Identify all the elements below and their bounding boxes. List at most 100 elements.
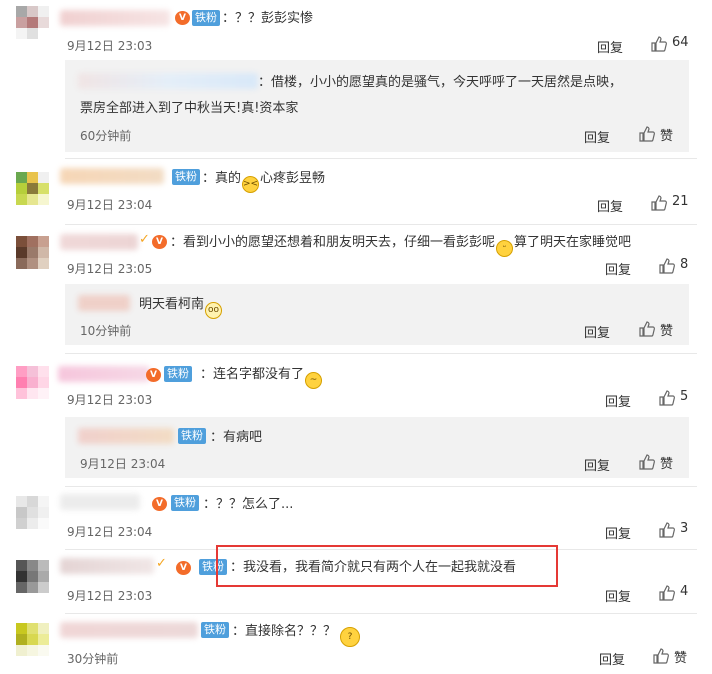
comment-text-continued: 心疼彭昱畅: [260, 171, 326, 186]
fan-badge[interactable]: 铁粉: [172, 169, 200, 185]
avatar-pixel: [38, 183, 49, 194]
avatar-pixel: [38, 645, 49, 656]
username-blurred[interactable]: [60, 494, 140, 510]
reply-text: ：借楼，小小的愿望真的是骚气，今天呼呼了一天居然是点映，: [258, 75, 623, 90]
avatar-pixel: [27, 17, 38, 28]
fan-badge[interactable]: 铁粉: [164, 366, 192, 382]
avatar[interactable]: [16, 6, 49, 39]
reply-button[interactable]: 回复: [605, 259, 631, 278]
avatar-pixel: [27, 623, 38, 634]
username-blurred[interactable]: [60, 622, 198, 638]
reply-button[interactable]: 回复: [597, 196, 623, 215]
like-count: 8: [680, 257, 689, 272]
avatar[interactable]: [16, 560, 49, 593]
avatar[interactable]: [16, 623, 49, 656]
avatar-pixel: [27, 582, 38, 593]
avatar-pixel: [27, 366, 38, 377]
comment-text: ：连名字都没有了: [200, 367, 305, 382]
comment-time: 9月12日 23:04: [67, 198, 153, 212]
fan-badge[interactable]: 铁粉: [178, 428, 206, 444]
avatar-pixel: [16, 623, 27, 634]
reply-text: 票房全部进入到了中秋当天!真!资本家: [80, 101, 299, 116]
avatar[interactable]: [16, 366, 49, 399]
angry-emoji-icon: ><: [242, 176, 260, 193]
reply-button[interactable]: 回复: [599, 649, 625, 668]
avatar-pixel: [27, 388, 38, 399]
avatar-pixel: [38, 258, 49, 269]
vip-icon: V: [146, 368, 161, 382]
username-blurred[interactable]: [58, 366, 150, 382]
comment-text-row: ：连名字都没有了 ~: [200, 366, 323, 389]
thumbs-up-icon: [651, 36, 667, 52]
thumbs-up-icon: [653, 648, 669, 664]
fan-badge[interactable]: 铁粉: [171, 495, 199, 511]
fan-badge[interactable]: 铁粉: [192, 10, 220, 26]
comment-time: 30分钟前: [67, 652, 119, 666]
fan-badge[interactable]: 铁粉: [201, 622, 229, 638]
avatar-pixel: [27, 634, 38, 645]
avatar-pixel: [38, 6, 49, 17]
comment-text: ：看到小小的愿望还想着和朋友明天去，仔细一看彭彭呢: [170, 235, 496, 250]
avatar-pixel: [16, 236, 27, 247]
avatar-pixel: [27, 645, 38, 656]
username-blurred[interactable]: [60, 168, 164, 184]
comment-text: ：直接除名？？？: [232, 624, 337, 639]
avatar-pixel: [27, 247, 38, 258]
reply-button[interactable]: 回复: [605, 391, 631, 410]
vip-icon: V: [176, 561, 191, 575]
avatar-pixel: [27, 560, 38, 571]
thumbs-up-icon: [639, 126, 655, 142]
avatar-pixel: [16, 518, 27, 529]
reply-text: 明天看柯南: [139, 297, 205, 312]
reply-text-row: 明天看柯南 oo: [139, 296, 223, 319]
avatar-pixel: [16, 496, 27, 507]
comment-text: ：？？怎么了...: [203, 497, 294, 512]
comment-text-continued: 算了明天在家睡觉吧: [514, 235, 632, 250]
username-blurred[interactable]: [60, 234, 138, 250]
reply-button[interactable]: 回复: [605, 586, 631, 605]
divider: [65, 224, 697, 225]
avatar-pixel: [38, 194, 49, 205]
avatar-pixel: [38, 560, 49, 571]
avatar-pixel: [27, 377, 38, 388]
like-count: 3: [680, 521, 689, 536]
thumbs-up-icon: [659, 258, 675, 274]
avatar[interactable]: [16, 236, 49, 269]
smirk-emoji-icon: ~: [305, 372, 323, 389]
avatar-pixel: [16, 194, 27, 205]
username-blurred[interactable]: [78, 73, 258, 89]
thumbs-up-icon: [639, 321, 655, 337]
avatar-pixel: [38, 172, 49, 183]
comment-text-row: ：真的 >< 心疼彭昱畅: [202, 170, 325, 193]
reply-text: ：有病吧: [210, 430, 263, 445]
username-blurred[interactable]: [78, 428, 174, 444]
comment-text-row: ：看到小小的愿望还想着和朋友明天去，仔细一看彭彭呢 ᵕ 算了明天在家睡觉吧: [170, 234, 631, 257]
reply-time: 60分钟前: [80, 129, 132, 143]
avatar-pixel: [38, 247, 49, 258]
thumbs-up-icon: [639, 454, 655, 470]
avatar-pixel: [16, 571, 27, 582]
avatar[interactable]: [16, 172, 49, 205]
vip-icon: V: [152, 497, 167, 511]
reply-button[interactable]: 回复: [584, 455, 610, 474]
highlight-box: [216, 545, 558, 587]
reply-button[interactable]: 回复: [584, 322, 610, 341]
username-blurred[interactable]: [78, 295, 130, 311]
avatar-pixel: [38, 623, 49, 634]
thumbs-up-icon: [659, 585, 675, 601]
vip-icon: V: [175, 11, 190, 25]
verified-v-icon: ✓: [156, 556, 167, 571]
username-blurred[interactable]: [60, 10, 170, 26]
avatar-pixel: [38, 28, 49, 39]
reply-button[interactable]: 回复: [584, 127, 610, 146]
reply-button[interactable]: 回复: [597, 37, 623, 56]
username-blurred[interactable]: [60, 558, 154, 574]
avatar[interactable]: [16, 496, 49, 529]
avatar-pixel: [16, 645, 27, 656]
avatar-pixel: [16, 172, 27, 183]
reply-button[interactable]: 回复: [605, 523, 631, 542]
smug-emoji-icon: ᵕ: [496, 240, 514, 257]
divider: [65, 158, 697, 159]
reply-time: 9月12日 23:04: [80, 457, 166, 471]
like-count: 5: [680, 389, 689, 404]
